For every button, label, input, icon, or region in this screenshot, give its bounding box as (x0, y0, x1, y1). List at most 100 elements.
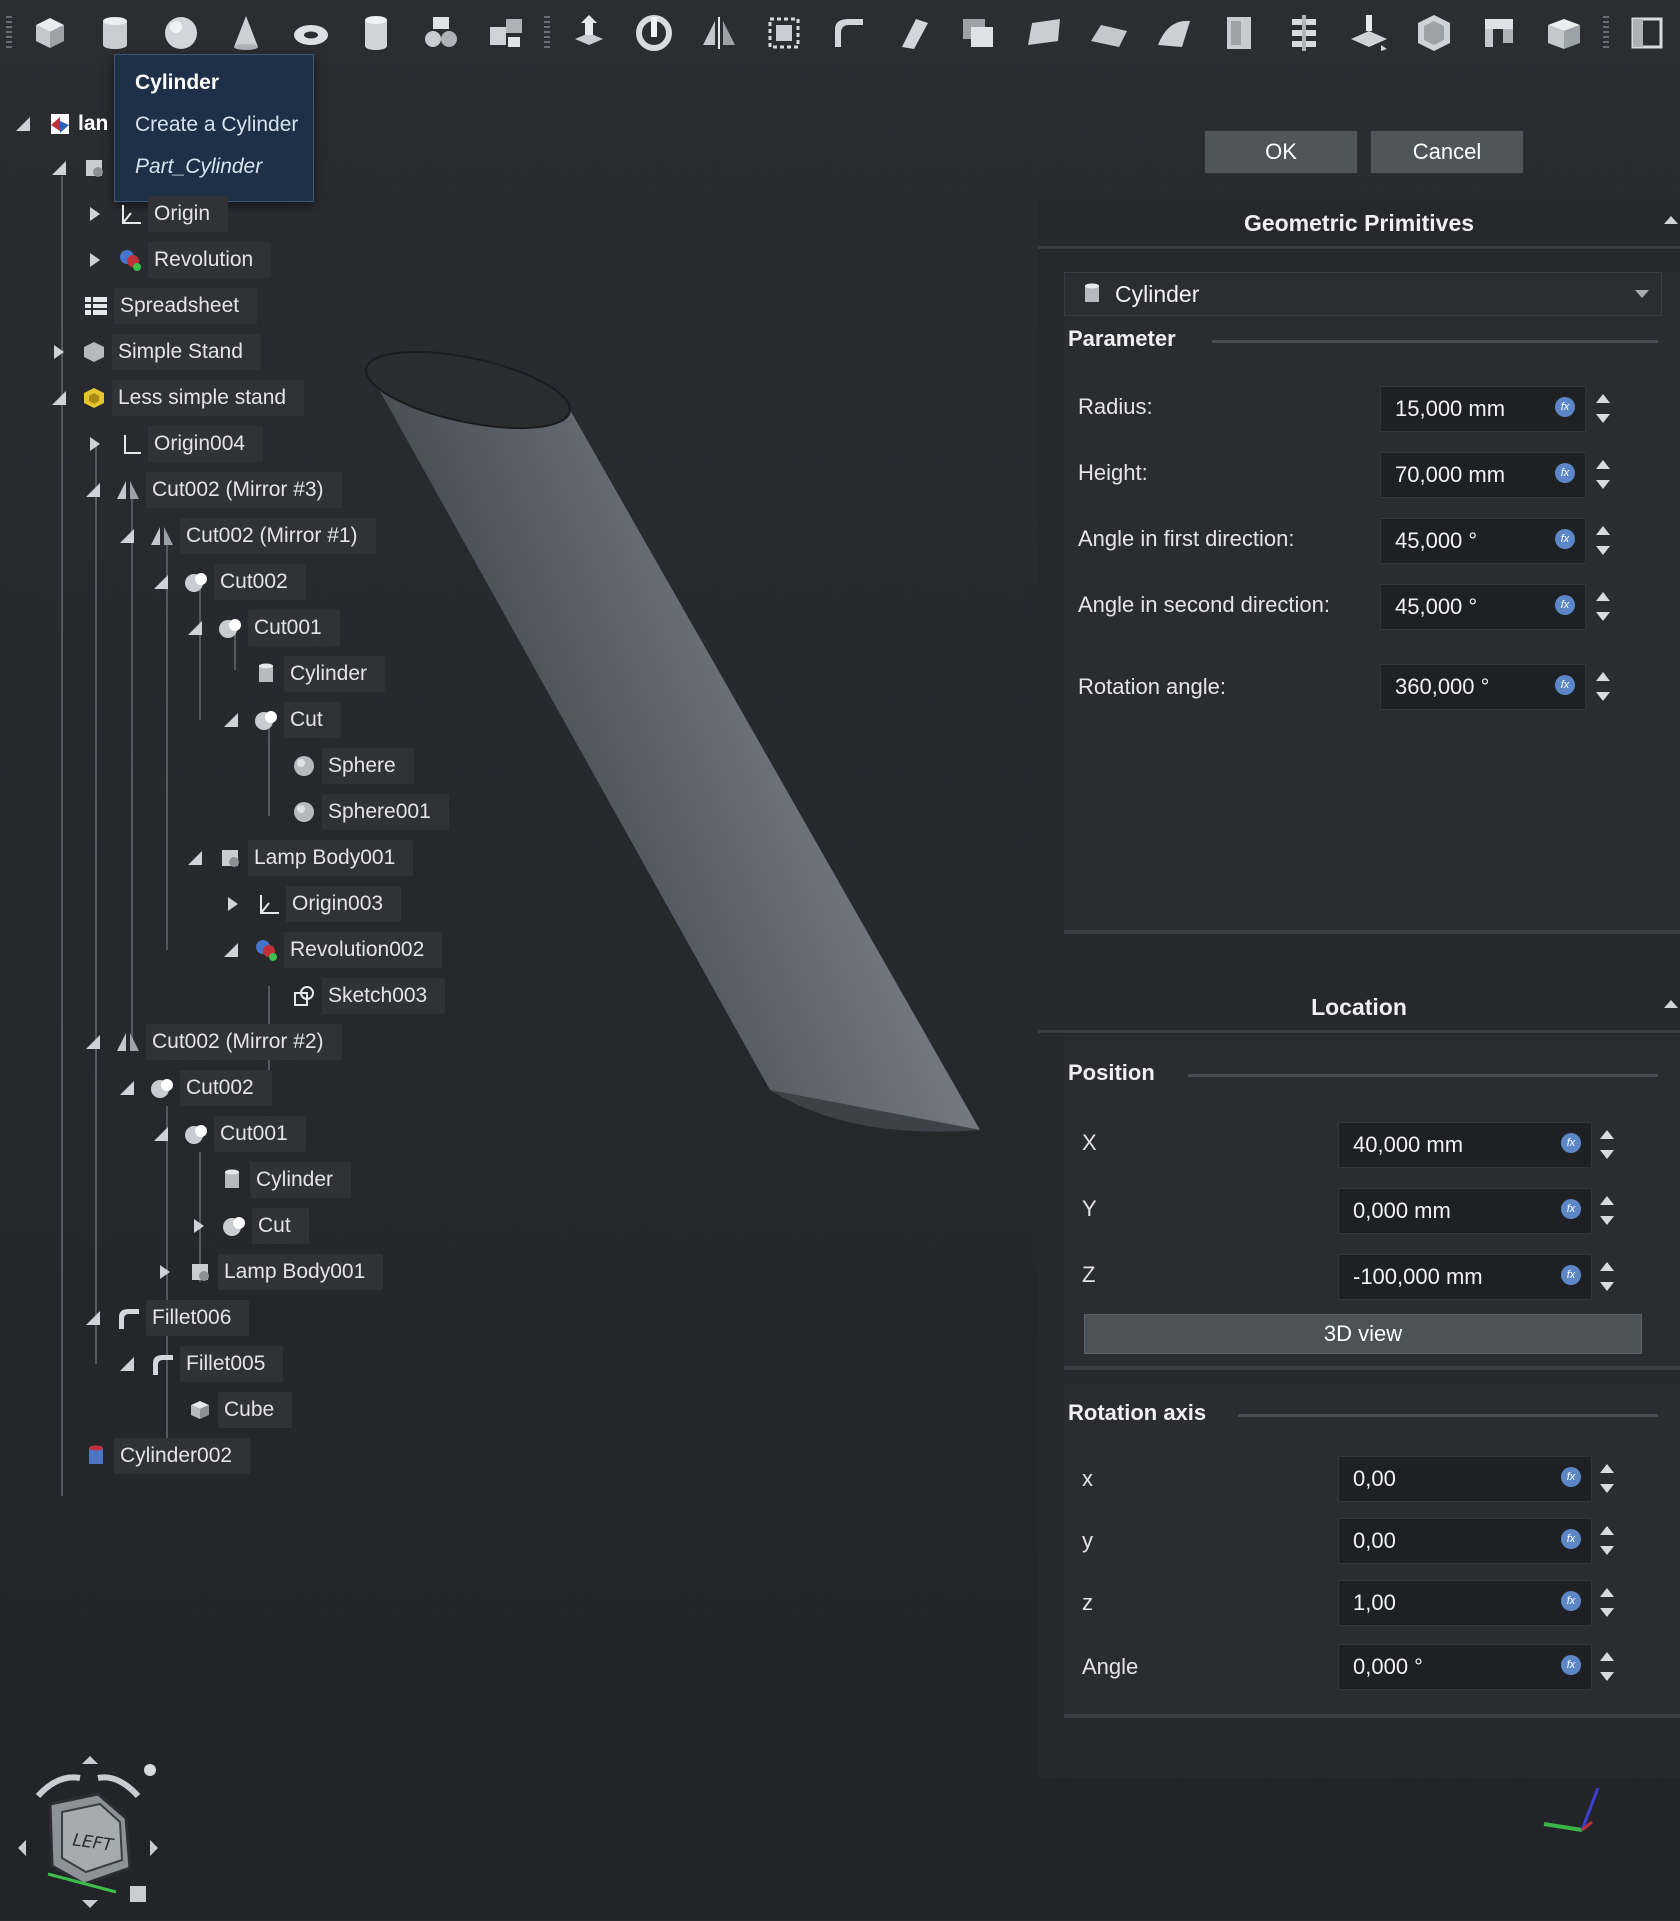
position-z-label: Z (1082, 1262, 1096, 1287)
tree-item-lamp-body001-b[interactable]: Lamp Body001 (158, 1254, 384, 1290)
tree-item-less-simple-stand[interactable]: Less simple stand (50, 380, 305, 416)
expression-icon[interactable]: fx (1561, 1265, 1581, 1285)
revolve-icon[interactable] (621, 0, 686, 66)
tree-item-simple-stand[interactable]: Simple Stand (52, 334, 261, 370)
tree-item-cut002-mirror2[interactable]: Cut002 (Mirror #2) (84, 1024, 342, 1060)
angle2-spinner[interactable] (1592, 584, 1614, 630)
3d-view-button[interactable]: 3D view (1084, 1314, 1642, 1354)
axis-angle-spinner[interactable] (1596, 1644, 1618, 1690)
angle1-field[interactable]: 45,000 ° fx (1380, 518, 1586, 564)
tree-item-cylinder-b[interactable]: Cylinder (218, 1162, 352, 1198)
section-icon[interactable] (1142, 0, 1207, 66)
tree-item-cut002[interactable]: Cut002 (152, 564, 306, 600)
rotation-angle-field[interactable]: 360,000 ° fx (1380, 664, 1586, 710)
box-extra-icon[interactable] (1615, 0, 1680, 66)
mirror-icon[interactable] (686, 0, 751, 66)
angle1-label: Angle in first direction: (1078, 526, 1295, 551)
loft-icon[interactable] (1012, 0, 1077, 66)
make-face-icon[interactable] (881, 0, 946, 66)
projection-icon[interactable] (1402, 0, 1467, 66)
ruled-surface-icon[interactable] (946, 0, 1011, 66)
cylinder-icon (252, 660, 280, 688)
position-z-field[interactable]: -100,000 mm fx (1338, 1254, 1592, 1300)
cube-icon[interactable] (18, 0, 83, 66)
angle2-label: Angle in second direction: (1078, 592, 1330, 617)
axis-x-spinner[interactable] (1596, 1456, 1618, 1502)
tree-item-cut002-mirror1[interactable]: Cut002 (Mirror #1) (118, 518, 376, 554)
tree-item-label: Cut001 (214, 1116, 306, 1152)
axis-y-field[interactable]: 0,00 fx (1338, 1518, 1592, 1564)
axis-x-field[interactable]: 0,00 fx (1338, 1456, 1592, 1502)
collapse-icon[interactable] (1664, 216, 1678, 224)
tree-item-cut002-b[interactable]: Cut002 (118, 1070, 272, 1106)
expression-icon[interactable]: fx (1561, 1655, 1581, 1675)
sweep-icon[interactable] (1077, 0, 1142, 66)
cross-sections-icon[interactable] (1207, 0, 1272, 66)
shape-builder-icon[interactable] (473, 0, 538, 66)
axis-y-spinner[interactable] (1596, 1518, 1618, 1564)
location-panel-header[interactable]: Location (1038, 984, 1680, 1033)
axis-z-spinner[interactable] (1596, 1580, 1618, 1626)
expression-icon[interactable]: fx (1555, 529, 1575, 549)
tree-item-cylinder002[interactable]: Cylinder002 (82, 1438, 251, 1474)
cancel-button[interactable]: Cancel (1370, 130, 1524, 174)
tree-item-label: Cylinder (250, 1162, 352, 1198)
tree-item-fillet005[interactable]: Fillet005 (118, 1346, 284, 1382)
toolbar-grip[interactable] (6, 16, 12, 50)
axis-z-field[interactable]: 1,00 fx (1338, 1580, 1592, 1626)
position-y-field[interactable]: 0,000 mm fx (1338, 1188, 1592, 1234)
position-z-spinner[interactable] (1596, 1254, 1618, 1300)
tree-item-spreadsheet[interactable]: Spreadsheet (82, 288, 258, 324)
tree-item-cube[interactable]: Cube (186, 1392, 293, 1428)
tree-guide (131, 488, 133, 1048)
angle2-field[interactable]: 45,000 ° fx (1380, 584, 1586, 630)
tree-item-origin004[interactable]: Origin004 (88, 426, 264, 462)
rotation-angle-spinner[interactable] (1592, 664, 1614, 710)
expression-icon[interactable]: fx (1555, 595, 1575, 615)
tree-item-cut002-mirror3[interactable]: Cut002 (Mirror #3) (84, 472, 342, 508)
tree-root[interactable]: lan (14, 106, 108, 142)
height-field[interactable]: 70,000 mm fx (1380, 452, 1586, 498)
angle1-spinner[interactable] (1592, 518, 1614, 564)
navigation-cube[interactable]: LEFT (8, 1756, 168, 1916)
expression-icon[interactable]: fx (1561, 1133, 1581, 1153)
position-x-field[interactable]: 40,000 mm fx (1338, 1122, 1592, 1168)
ok-button[interactable]: OK (1204, 130, 1358, 174)
tree-item-cut001[interactable]: Cut001 (186, 610, 340, 646)
expression-icon[interactable]: fx (1555, 397, 1575, 417)
sphere-icon (290, 798, 318, 826)
tree-item-cut001-b[interactable]: Cut001 (152, 1116, 306, 1152)
expression-icon[interactable]: fx (1561, 1529, 1581, 1549)
primitives-icon[interactable] (408, 0, 473, 66)
fillet-icon[interactable] (751, 0, 816, 66)
cylinder-3d-object[interactable] (350, 330, 1010, 1150)
tree-item-cut-b[interactable]: Cut (192, 1208, 309, 1244)
boolean-icon[interactable] (1467, 0, 1532, 66)
expression-icon[interactable]: fx (1555, 463, 1575, 483)
position-y-spinner[interactable] (1596, 1188, 1618, 1234)
primitives-panel-header[interactable]: Geometric Primitives (1038, 200, 1680, 249)
tree-item-origin[interactable]: Origin (88, 196, 229, 232)
tree-item-fillet006[interactable]: Fillet006 (84, 1300, 250, 1336)
tree-item-cut[interactable]: Cut (222, 702, 341, 738)
expression-icon[interactable]: fx (1561, 1199, 1581, 1219)
extrude-icon[interactable] (556, 0, 621, 66)
position-x-spinner[interactable] (1596, 1122, 1618, 1168)
primitive-type-select[interactable]: Cylinder (1064, 272, 1662, 316)
radius-field[interactable]: 15,000 mm fx (1380, 386, 1586, 432)
expression-icon[interactable]: fx (1561, 1467, 1581, 1487)
expression-icon[interactable]: fx (1555, 675, 1575, 695)
tube-icon[interactable] (343, 0, 408, 66)
tree-item-body[interactable] (50, 150, 112, 186)
axis-angle-field[interactable]: 0,000 ° fx (1338, 1644, 1592, 1690)
thickness-icon[interactable] (1337, 0, 1402, 66)
radius-spinner[interactable] (1592, 386, 1614, 432)
expression-icon[interactable]: fx (1561, 1591, 1581, 1611)
height-spinner[interactable] (1592, 452, 1614, 498)
compound-icon[interactable] (1532, 0, 1597, 66)
chamfer-icon[interactable] (816, 0, 881, 66)
collapse-icon[interactable] (1664, 1000, 1678, 1008)
offset-icon[interactable] (1272, 0, 1337, 66)
chevron-down-icon[interactable] (1635, 290, 1649, 298)
tree-item-revolution[interactable]: Revolution (88, 242, 272, 278)
